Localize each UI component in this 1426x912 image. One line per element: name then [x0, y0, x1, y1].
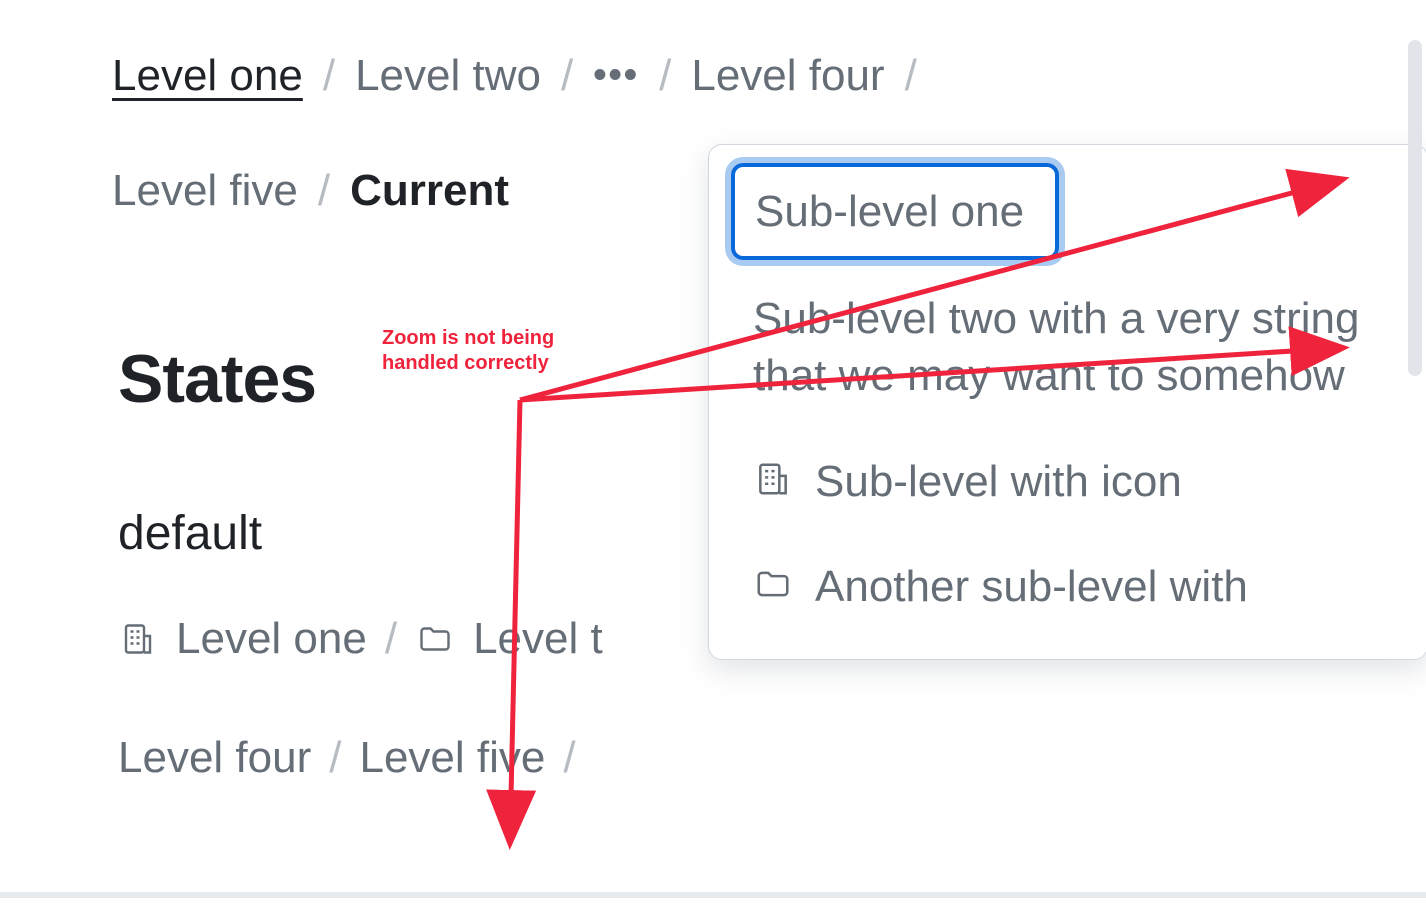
dropdown-item-sub-level-with-icon[interactable]: Sub-level with icon [731, 435, 1407, 528]
breadcrumb-overflow-ellipsis[interactable]: ••• [593, 52, 639, 100]
breadcrumb-separator: / [323, 48, 335, 103]
viewport-bottom-edge [0, 892, 1426, 898]
annotation-note: Zoom is not being handled correctly [382, 326, 554, 376]
breadcrumb-link-level-one[interactable]: Level one [118, 610, 367, 667]
breadcrumb-link-level-four[interactable]: Level four [118, 729, 311, 786]
breadcrumb-separator: / [659, 48, 671, 103]
variant-label-default: default [118, 506, 262, 561]
dropdown-item-another-sub-level[interactable]: Another sub-level with [731, 540, 1407, 633]
breadcrumb-link-level-two[interactable]: Level two [355, 48, 541, 103]
dropdown-item-sub-level-one[interactable]: Sub-level one [731, 163, 1059, 260]
scrollbar-vertical[interactable] [1408, 40, 1422, 376]
folder-icon [753, 564, 793, 604]
breadcrumb-separator: / [905, 48, 917, 103]
breadcrumb-link-level-five[interactable]: Level five [112, 163, 298, 218]
building-icon [753, 459, 793, 499]
dropdown-item-sub-level-two[interactable]: Sub-level two with a very string that we… [731, 272, 1407, 422]
dropdown-item-label: Another sub-level with [815, 558, 1385, 615]
breadcrumb-separator: / [561, 48, 573, 103]
breadcrumb-separator: / [318, 163, 330, 218]
breadcrumb-link-level-one[interactable]: Level one [112, 48, 303, 103]
breadcrumb-separator: / [329, 729, 341, 786]
breadcrumb-label: Level one [176, 610, 367, 667]
section-heading-states: States [118, 340, 316, 418]
building-icon [118, 619, 158, 659]
breadcrumb-link-level-five[interactable]: Level five [359, 729, 545, 786]
breadcrumb-link-level-two[interactable]: Level t [415, 610, 603, 667]
breadcrumb-overflow-dropdown: Sub-level one Sub-level two with a very … [708, 144, 1426, 660]
folder-icon [415, 619, 455, 659]
dropdown-item-label: Sub-level one [755, 183, 1035, 240]
dropdown-item-label: Sub-level two with a very string that we… [753, 290, 1385, 404]
dropdown-item-label: Sub-level with icon [815, 453, 1385, 510]
breadcrumb-separator: / [563, 729, 575, 786]
breadcrumb-separator: / [385, 610, 397, 667]
breadcrumb-current: Current [350, 163, 509, 218]
breadcrumb-label: Level t [473, 610, 603, 667]
breadcrumb-states-default: Level one / Level t Level four / Level f… [118, 610, 738, 786]
breadcrumb-link-level-four[interactable]: Level four [691, 48, 884, 103]
